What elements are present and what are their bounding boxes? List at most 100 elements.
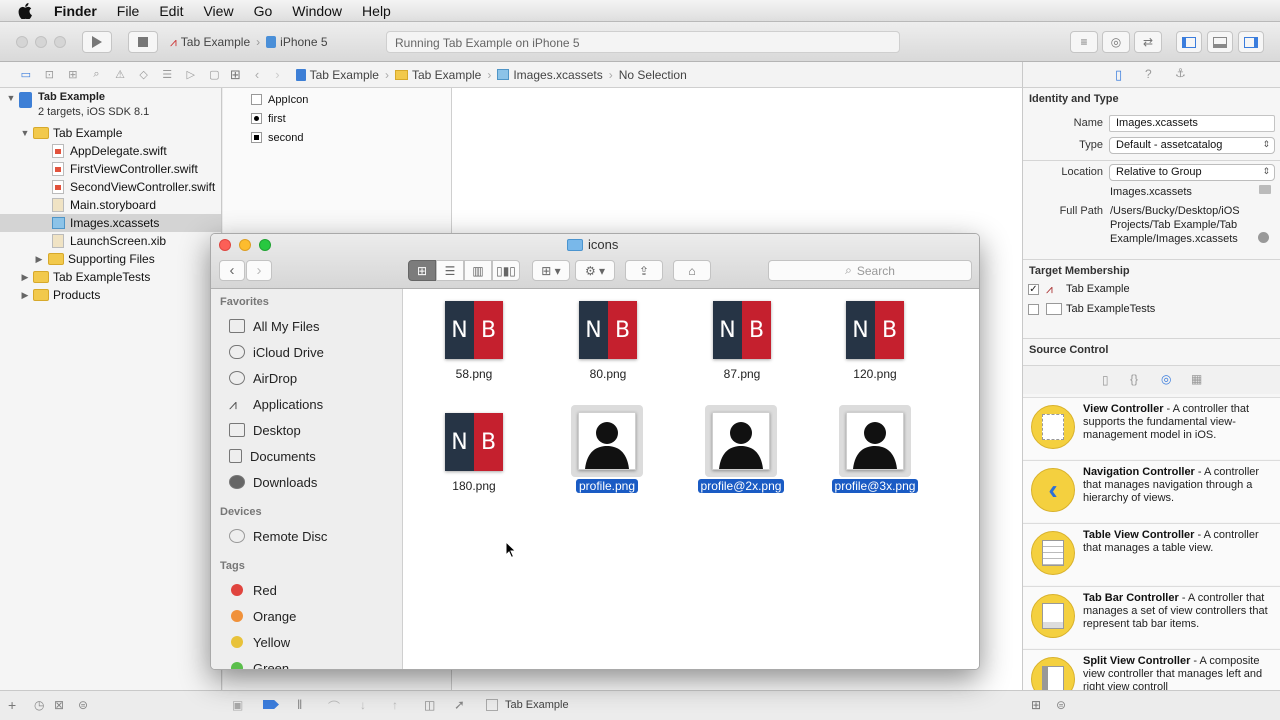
step-over-icon[interactable]: ⌒ (328, 698, 340, 715)
group-row-products[interactable]: ▶ Products (0, 286, 221, 304)
identity-inspector-icon[interactable]: ⚓ (1175, 66, 1186, 80)
disclosure-closed-icon[interactable]: ▶ (34, 254, 44, 265)
menu-help[interactable]: Help (362, 3, 391, 19)
zoom-window-button[interactable] (54, 36, 66, 48)
file-row-selected[interactable]: Images.xcassets (0, 214, 221, 232)
object-library-icon[interactable]: ◎ (1161, 372, 1171, 386)
issue-nav-icon[interactable]: ⚠ (112, 68, 128, 82)
log-nav-icon[interactable]: ▢ (207, 68, 223, 82)
sidebar-item-documents[interactable]: Documents (229, 446, 316, 466)
assistant-editor-button[interactable]: ◎ (1102, 31, 1130, 53)
disclosure-open-icon[interactable]: ▼ (6, 93, 16, 103)
test-nav-icon[interactable]: ◇ (136, 68, 152, 82)
project-row[interactable]: ▼ Tab Example 2 targets, iOS SDK 8.1 (0, 88, 221, 124)
arrange-button[interactable]: ⊞ ▾ (532, 260, 570, 281)
group-row-tab-example[interactable]: ▼ Tab Example (0, 124, 221, 142)
toggle-utilities-button[interactable] (1238, 31, 1264, 53)
stop-button[interactable] (128, 31, 158, 53)
name-field[interactable]: Images.xcassets (1109, 115, 1275, 132)
debug-nav-icon[interactable]: ☰ (159, 68, 175, 82)
media-library-icon[interactable]: ▦ (1191, 372, 1202, 386)
file-icon-item[interactable]: NB (713, 301, 771, 359)
file-inspector-icon[interactable]: ▯ (1115, 67, 1122, 83)
library-item-navigation-controller[interactable]: ‹ Navigation Controller - A controller t… (1023, 460, 1280, 522)
sidebar-item-remote-disc[interactable]: Remote Disc (229, 526, 327, 546)
file-row[interactable]: SecondViewController.swift (0, 178, 221, 196)
sidebar-item-all-my-files[interactable]: All My Files (229, 316, 319, 336)
file-icon-item-selected[interactable] (839, 405, 911, 477)
file-row[interactable]: Main.storyboard (0, 196, 221, 214)
close-button[interactable] (219, 239, 231, 251)
breadcrumb-file[interactable]: Images.xcassets (497, 68, 603, 82)
apple-icon[interactable] (18, 2, 40, 19)
asset-item-first[interactable]: first (223, 109, 451, 128)
run-button[interactable] (82, 31, 112, 53)
sidebar-item-desktop[interactable]: Desktop (229, 420, 301, 440)
file-name[interactable]: 87.png (697, 367, 787, 381)
group-row-tests[interactable]: ▶ Tab ExampleTests (0, 268, 221, 286)
minimize-window-button[interactable] (35, 36, 47, 48)
grid-view-icon[interactable]: ⊞ (1031, 698, 1041, 712)
close-window-button[interactable] (16, 36, 28, 48)
target-checkbox-unchecked[interactable] (1028, 304, 1039, 315)
zoom-button[interactable] (259, 239, 271, 251)
minimize-button[interactable] (239, 239, 251, 251)
add-icon[interactable]: + (8, 697, 16, 713)
back-button[interactable]: ‹ (219, 260, 245, 281)
share-button[interactable]: ⇪ (625, 260, 663, 281)
search-field[interactable]: ⌕ Search (768, 260, 972, 281)
disclosure-open-icon[interactable]: ▼ (20, 128, 30, 138)
coverflow-view-button[interactable]: ▯▮▯ (492, 260, 520, 281)
library-item-tab-bar-controller[interactable]: Tab Bar Controller - A controller that m… (1023, 586, 1280, 648)
file-name-selected[interactable]: profile.png (575, 479, 639, 493)
breakpoints-icon[interactable] (263, 700, 279, 709)
pause-icon[interactable]: ‖ (297, 697, 302, 712)
file-icon-item[interactable]: NB (579, 301, 637, 359)
asset-item-appicon[interactable]: AppIcon (223, 90, 451, 109)
sidebar-tag-red[interactable]: Red (229, 580, 277, 600)
file-name-selected[interactable]: profile@3x.png (831, 479, 919, 493)
file-name-selected[interactable]: profile@2x.png (697, 479, 785, 493)
disclosure-closed-icon[interactable]: ▶ (20, 290, 30, 301)
filter-icon[interactable]: ⊜ (78, 698, 88, 712)
breadcrumb-project[interactable]: Tab Example (295, 68, 379, 82)
view-hierarchy-icon[interactable]: ◫ (424, 698, 435, 712)
symbol-nav-icon[interactable]: ⊡ (42, 68, 58, 82)
file-row[interactable]: AppDelegate.swift (0, 142, 221, 160)
menu-file[interactable]: File (117, 3, 140, 19)
library-item-table-view-controller[interactable]: Table View Controller - A controller tha… (1023, 523, 1280, 585)
reveal-in-finder-icon[interactable] (1258, 232, 1269, 243)
file-name[interactable]: 80.png (563, 367, 653, 381)
forward-button[interactable]: › (246, 260, 272, 281)
breakpoint-nav-icon[interactable]: ▷ (183, 68, 199, 82)
step-out-icon[interactable]: ↑ (392, 698, 398, 712)
breadcrumb-selection[interactable]: No Selection (619, 68, 687, 82)
choose-folder-icon[interactable] (1259, 185, 1271, 194)
menu-view[interactable]: View (203, 3, 233, 19)
toggle-navigator-button[interactable] (1176, 31, 1202, 53)
toggle-debug-button[interactable] (1207, 31, 1233, 53)
column-view-button[interactable]: ▥ (464, 260, 492, 281)
forward-arrow-icon[interactable]: › (275, 67, 279, 82)
file-icon-item[interactable]: NB (445, 301, 503, 359)
sidebar-item-icloud-drive[interactable]: iCloud Drive (229, 342, 324, 362)
search-nav-icon[interactable]: ⌕ (89, 68, 105, 82)
breadcrumb-group[interactable]: Tab Example (394, 68, 481, 82)
file-icon-item-selected[interactable] (571, 405, 643, 477)
menu-window[interactable]: Window (292, 3, 342, 19)
sidebar-item-airdrop[interactable]: AirDrop (229, 368, 297, 388)
folder-nav-icon[interactable]: ▭ (18, 68, 34, 82)
source-control-filter-icon[interactable]: ⊠ (54, 698, 64, 712)
recent-files-icon[interactable]: ◷ (34, 698, 44, 712)
hierarchy-nav-icon[interactable]: ⊞ (65, 68, 81, 82)
file-icon-item[interactable]: NB (846, 301, 904, 359)
sidebar-tag-yellow[interactable]: Yellow (229, 632, 290, 652)
file-name[interactable]: 180.png (429, 479, 519, 493)
menu-go[interactable]: Go (254, 3, 273, 19)
library-item-split-view-controller[interactable]: Split View Controller - A composite view… (1023, 649, 1280, 690)
step-in-icon[interactable]: ↓ (360, 698, 366, 712)
file-name[interactable]: 58.png (429, 367, 519, 381)
file-icon-item-selected[interactable] (705, 405, 777, 477)
scheme-selector[interactable]: ⩘ Tab Example › iPhone 5 (170, 31, 350, 53)
library-filter-icon[interactable]: ⊜ (1056, 698, 1066, 712)
